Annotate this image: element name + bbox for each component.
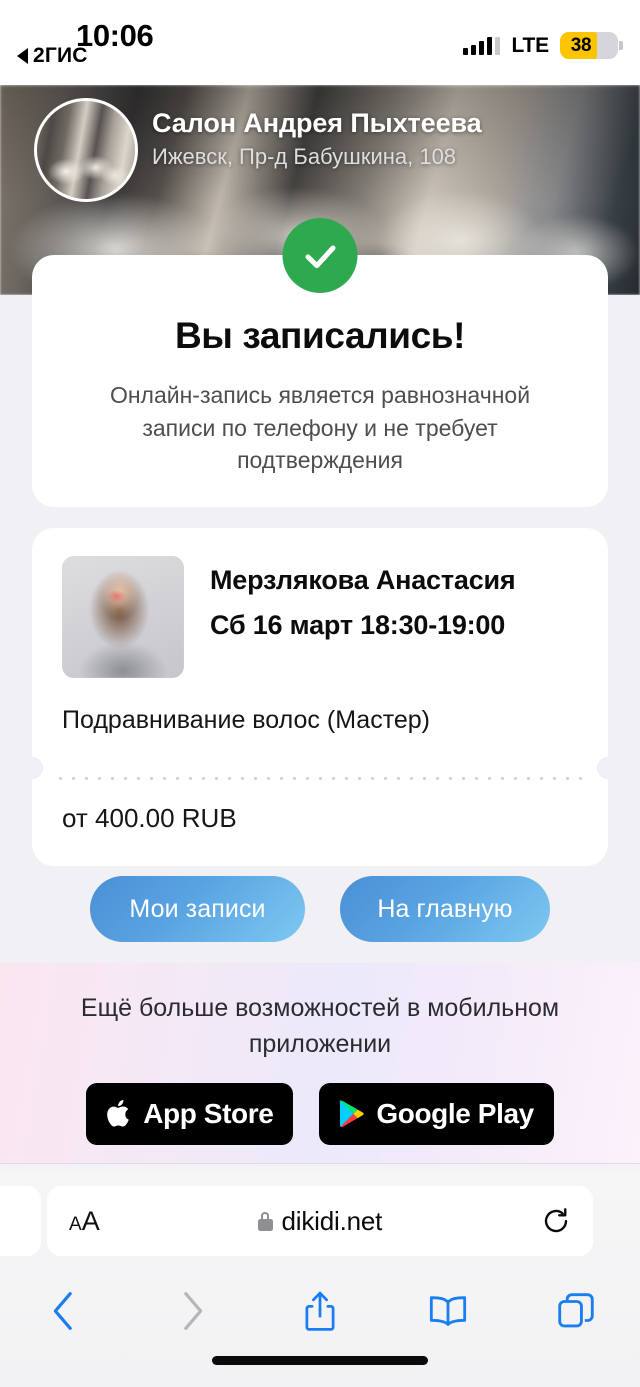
apple-logo-icon [107, 1099, 129, 1127]
success-description: Онлайн-запись является равнозначной запи… [109, 382, 531, 474]
bookmarks-button[interactable] [384, 1291, 512, 1331]
google-play-triangle-icon [340, 1100, 365, 1128]
app-store-label: App Store [143, 1097, 274, 1129]
safari-toolbar [0, 1276, 640, 1346]
ticket-perforation-divider [21, 756, 619, 789]
salon-avatar-image [37, 101, 135, 199]
tab-strip [0, 1164, 640, 1178]
adjacent-tab-preview[interactable] [0, 1186, 41, 1256]
store-badges-row: App Store Google Play [0, 1082, 640, 1145]
chevron-right-icon [184, 1292, 203, 1330]
salon-name: Салон Андрея Пыхтеева [152, 108, 482, 138]
go-home-button[interactable]: На главную [340, 876, 550, 942]
success-check-badge [282, 218, 358, 293]
my-bookings-button[interactable]: Мои записи [90, 876, 305, 942]
forward-button[interactable] [128, 1290, 256, 1332]
battery-icon: 38 [560, 32, 623, 59]
success-title: Вы записались! [174, 315, 466, 356]
salon-info: Салон Андрея Пыхтеева Ижевск, Пр-д Бабуш… [152, 107, 482, 171]
master-avatar[interactable] [62, 556, 184, 678]
tabs-button[interactable] [512, 1291, 640, 1331]
action-buttons-row: Мои записи На главную [0, 876, 640, 942]
google-play-label: Google Play [376, 1097, 534, 1129]
reload-icon[interactable] [541, 1206, 571, 1236]
ios-status-bar: 2ГИС 10:06 LTE 38 [0, 0, 640, 85]
share-icon [305, 1291, 335, 1331]
home-indicator[interactable] [212, 1356, 428, 1365]
service-price: от 400.00 RUB [62, 802, 237, 833]
service-name: Подравнивание волос (Мастер) [62, 706, 431, 734]
safari-browser-screen: 2ГИС 10:06 LTE 38 Салон Андрея Пыхтеева … [0, 0, 640, 1387]
ticket-header: Мерзлякова Анастасия Сб 16 март 18:30-19… [32, 528, 608, 678]
mobile-app-promo-banner: Ещё больше возможностей в мобильном прил… [0, 963, 640, 1163]
master-photo-image [62, 556, 184, 678]
signal-strength-icon [463, 36, 501, 55]
salon-address: Ижевск, Пр-д Бабушкина, 108 [152, 144, 457, 170]
chevron-left-icon [53, 1292, 72, 1330]
network-type-label: LTE [511, 33, 549, 57]
appointment-datetime: Сб 16 март 18:30-19:00 [210, 610, 506, 641]
url-display: dikidi.net [99, 1206, 541, 1237]
check-icon [305, 244, 335, 268]
back-triangle-icon [17, 48, 28, 64]
url-text: dikidi.net [281, 1205, 383, 1236]
app-store-badge[interactable]: App Store [86, 1082, 294, 1145]
share-button[interactable] [256, 1290, 384, 1332]
lock-icon [257, 1211, 273, 1231]
dotted-line [54, 776, 586, 780]
battery-percent-label: 38 [570, 34, 592, 56]
ticket-notch-right [597, 756, 619, 779]
book-icon [429, 1296, 467, 1326]
tabs-icon [558, 1293, 594, 1328]
ticket-notch-left [21, 756, 43, 779]
promo-title: Ещё больше возможностей в мобильном прил… [80, 994, 560, 1059]
booking-ticket-card: Мерзлякова Анастасия Сб 16 март 18:30-19… [21, 528, 619, 866]
ticket-meta: Мерзлякова Анастасия Сб 16 март 18:30-19… [210, 556, 516, 678]
google-play-badge[interactable]: Google Play [319, 1082, 554, 1145]
battery-nub [619, 41, 623, 50]
back-button[interactable] [0, 1290, 128, 1332]
status-bar-clock: 10:06 [76, 18, 154, 53]
status-bar-indicators: LTE 38 [463, 32, 623, 59]
safari-bottom-chrome: AA dikidi.net [0, 1163, 640, 1387]
text-size-button[interactable]: AA [69, 1207, 100, 1235]
salon-avatar[interactable] [34, 98, 138, 202]
master-name: Мерзлякова Анастасия [210, 565, 516, 595]
address-bar[interactable]: AA dikidi.net [47, 1186, 593, 1256]
